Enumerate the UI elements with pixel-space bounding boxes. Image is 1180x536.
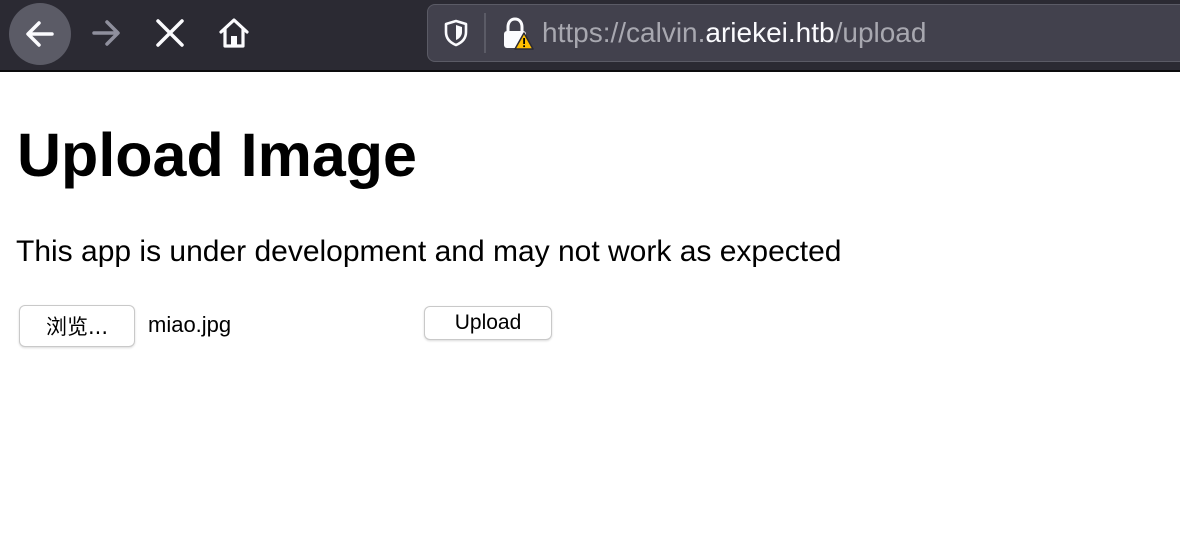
address-bar[interactable]: https://calvin.ariekei.htb/upload (427, 4, 1180, 62)
insecure-lock-icon[interactable] (500, 17, 534, 51)
tracking-shield-icon[interactable] (442, 19, 470, 47)
stop-icon (156, 19, 184, 47)
page-content: Upload Image This app is under developme… (0, 74, 1180, 536)
stop-button[interactable] (140, 3, 200, 63)
home-button[interactable] (204, 3, 264, 63)
address-bar-separator (484, 13, 486, 53)
intro-text: This app is under development and may no… (16, 235, 842, 268)
forward-arrow-icon (92, 20, 120, 46)
browse-button[interactable]: 浏览... (19, 305, 135, 347)
url-text[interactable]: https://calvin.ariekei.htb/upload (542, 15, 926, 51)
forward-button[interactable] (76, 3, 136, 63)
page-title: Upload Image (17, 121, 417, 189)
browser-toolbar: https://calvin.ariekei.htb/upload (0, 0, 1180, 72)
selected-file-name: miao.jpg (148, 312, 232, 337)
back-arrow-icon (26, 21, 54, 47)
url-path: /upload (834, 17, 927, 48)
back-button[interactable] (9, 3, 71, 65)
url-prefix: https://calvin. (542, 17, 706, 48)
upload-button[interactable]: Upload (424, 306, 552, 340)
url-host: ariekei.htb (705, 17, 835, 48)
home-icon (219, 18, 249, 48)
